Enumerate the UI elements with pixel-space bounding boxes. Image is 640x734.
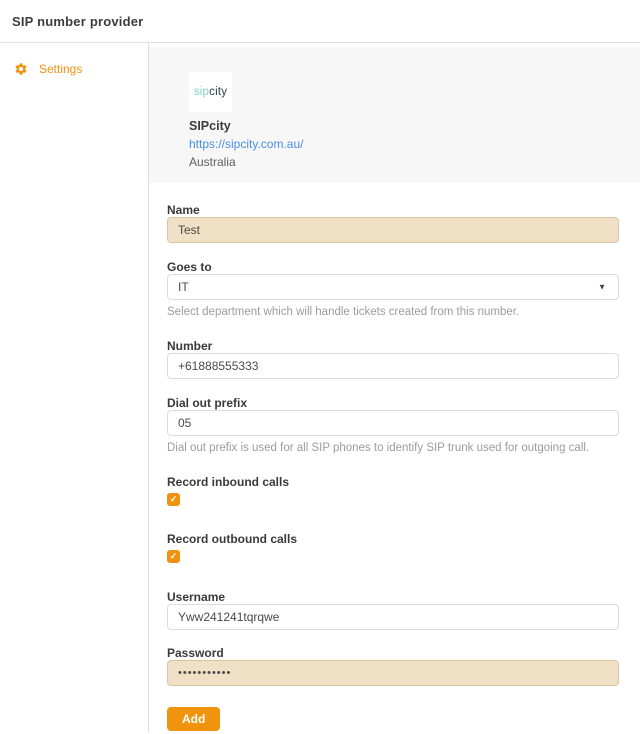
name-field-group: Name <box>167 204 619 243</box>
dial-out-prefix-label: Dial out prefix <box>167 397 619 410</box>
add-button[interactable]: Add <box>167 707 220 731</box>
number-input[interactable] <box>167 353 619 379</box>
dial-out-prefix-input[interactable] <box>167 410 619 436</box>
password-field-group: Password <box>167 647 619 686</box>
record-outbound-field-group: Record outbound calls ✓ <box>167 533 619 563</box>
content-area: sipcity SIPcity https://sipcity.com.au/ … <box>149 43 640 733</box>
dial-out-prefix-helper-text: Dial out prefix is used for all SIP phon… <box>167 441 619 455</box>
sidebar-item-settings[interactable]: Settings <box>0 62 148 76</box>
name-label: Name <box>167 204 619 217</box>
record-inbound-checkbox[interactable]: ✓ <box>167 493 180 506</box>
password-label: Password <box>167 647 619 660</box>
gear-icon <box>14 62 28 76</box>
main-layout: Settings sipcity SIPcity https://sipcity… <box>0 43 640 733</box>
sip-provider-form: Name Goes to IT ▼ Select department whic… <box>149 183 640 731</box>
name-input[interactable] <box>167 217 619 243</box>
provider-url-link[interactable]: https://sipcity.com.au/ <box>189 137 640 151</box>
provider-logo: sipcity <box>189 72 232 112</box>
goes-to-selected-value: IT <box>178 280 189 294</box>
username-label: Username <box>167 591 619 604</box>
provider-name: SIPcity <box>189 119 640 133</box>
provider-country: Australia <box>189 155 640 169</box>
goes-to-helper-text: Select department which will handle tick… <box>167 305 619 319</box>
goes-to-label: Goes to <box>167 261 619 274</box>
goes-to-select[interactable]: IT ▼ <box>167 274 619 300</box>
chevron-down-icon: ▼ <box>598 283 606 292</box>
page-header: SIP number provider <box>0 0 640 43</box>
check-icon: ✓ <box>170 493 178 506</box>
username-field-group: Username <box>167 591 619 630</box>
record-outbound-checkbox[interactable]: ✓ <box>167 550 180 563</box>
page-title: SIP number provider <box>12 14 143 29</box>
password-input[interactable] <box>167 660 619 686</box>
record-inbound-field-group: Record inbound calls ✓ <box>167 476 619 506</box>
record-outbound-label: Record outbound calls <box>167 533 619 546</box>
sidebar: Settings <box>0 43 149 733</box>
username-input[interactable] <box>167 604 619 630</box>
record-inbound-label: Record inbound calls <box>167 476 619 489</box>
dial-out-prefix-field-group: Dial out prefix Dial out prefix is used … <box>167 397 619 455</box>
sipcity-logo-icon: sipcity <box>194 86 227 98</box>
sidebar-item-label: Settings <box>39 62 82 76</box>
check-icon: ✓ <box>170 550 178 563</box>
number-field-group: Number <box>167 340 619 379</box>
provider-card: sipcity SIPcity https://sipcity.com.au/ … <box>149 47 640 183</box>
number-label: Number <box>167 340 619 353</box>
goes-to-field-group: Goes to IT ▼ Select department which wil… <box>167 261 619 319</box>
